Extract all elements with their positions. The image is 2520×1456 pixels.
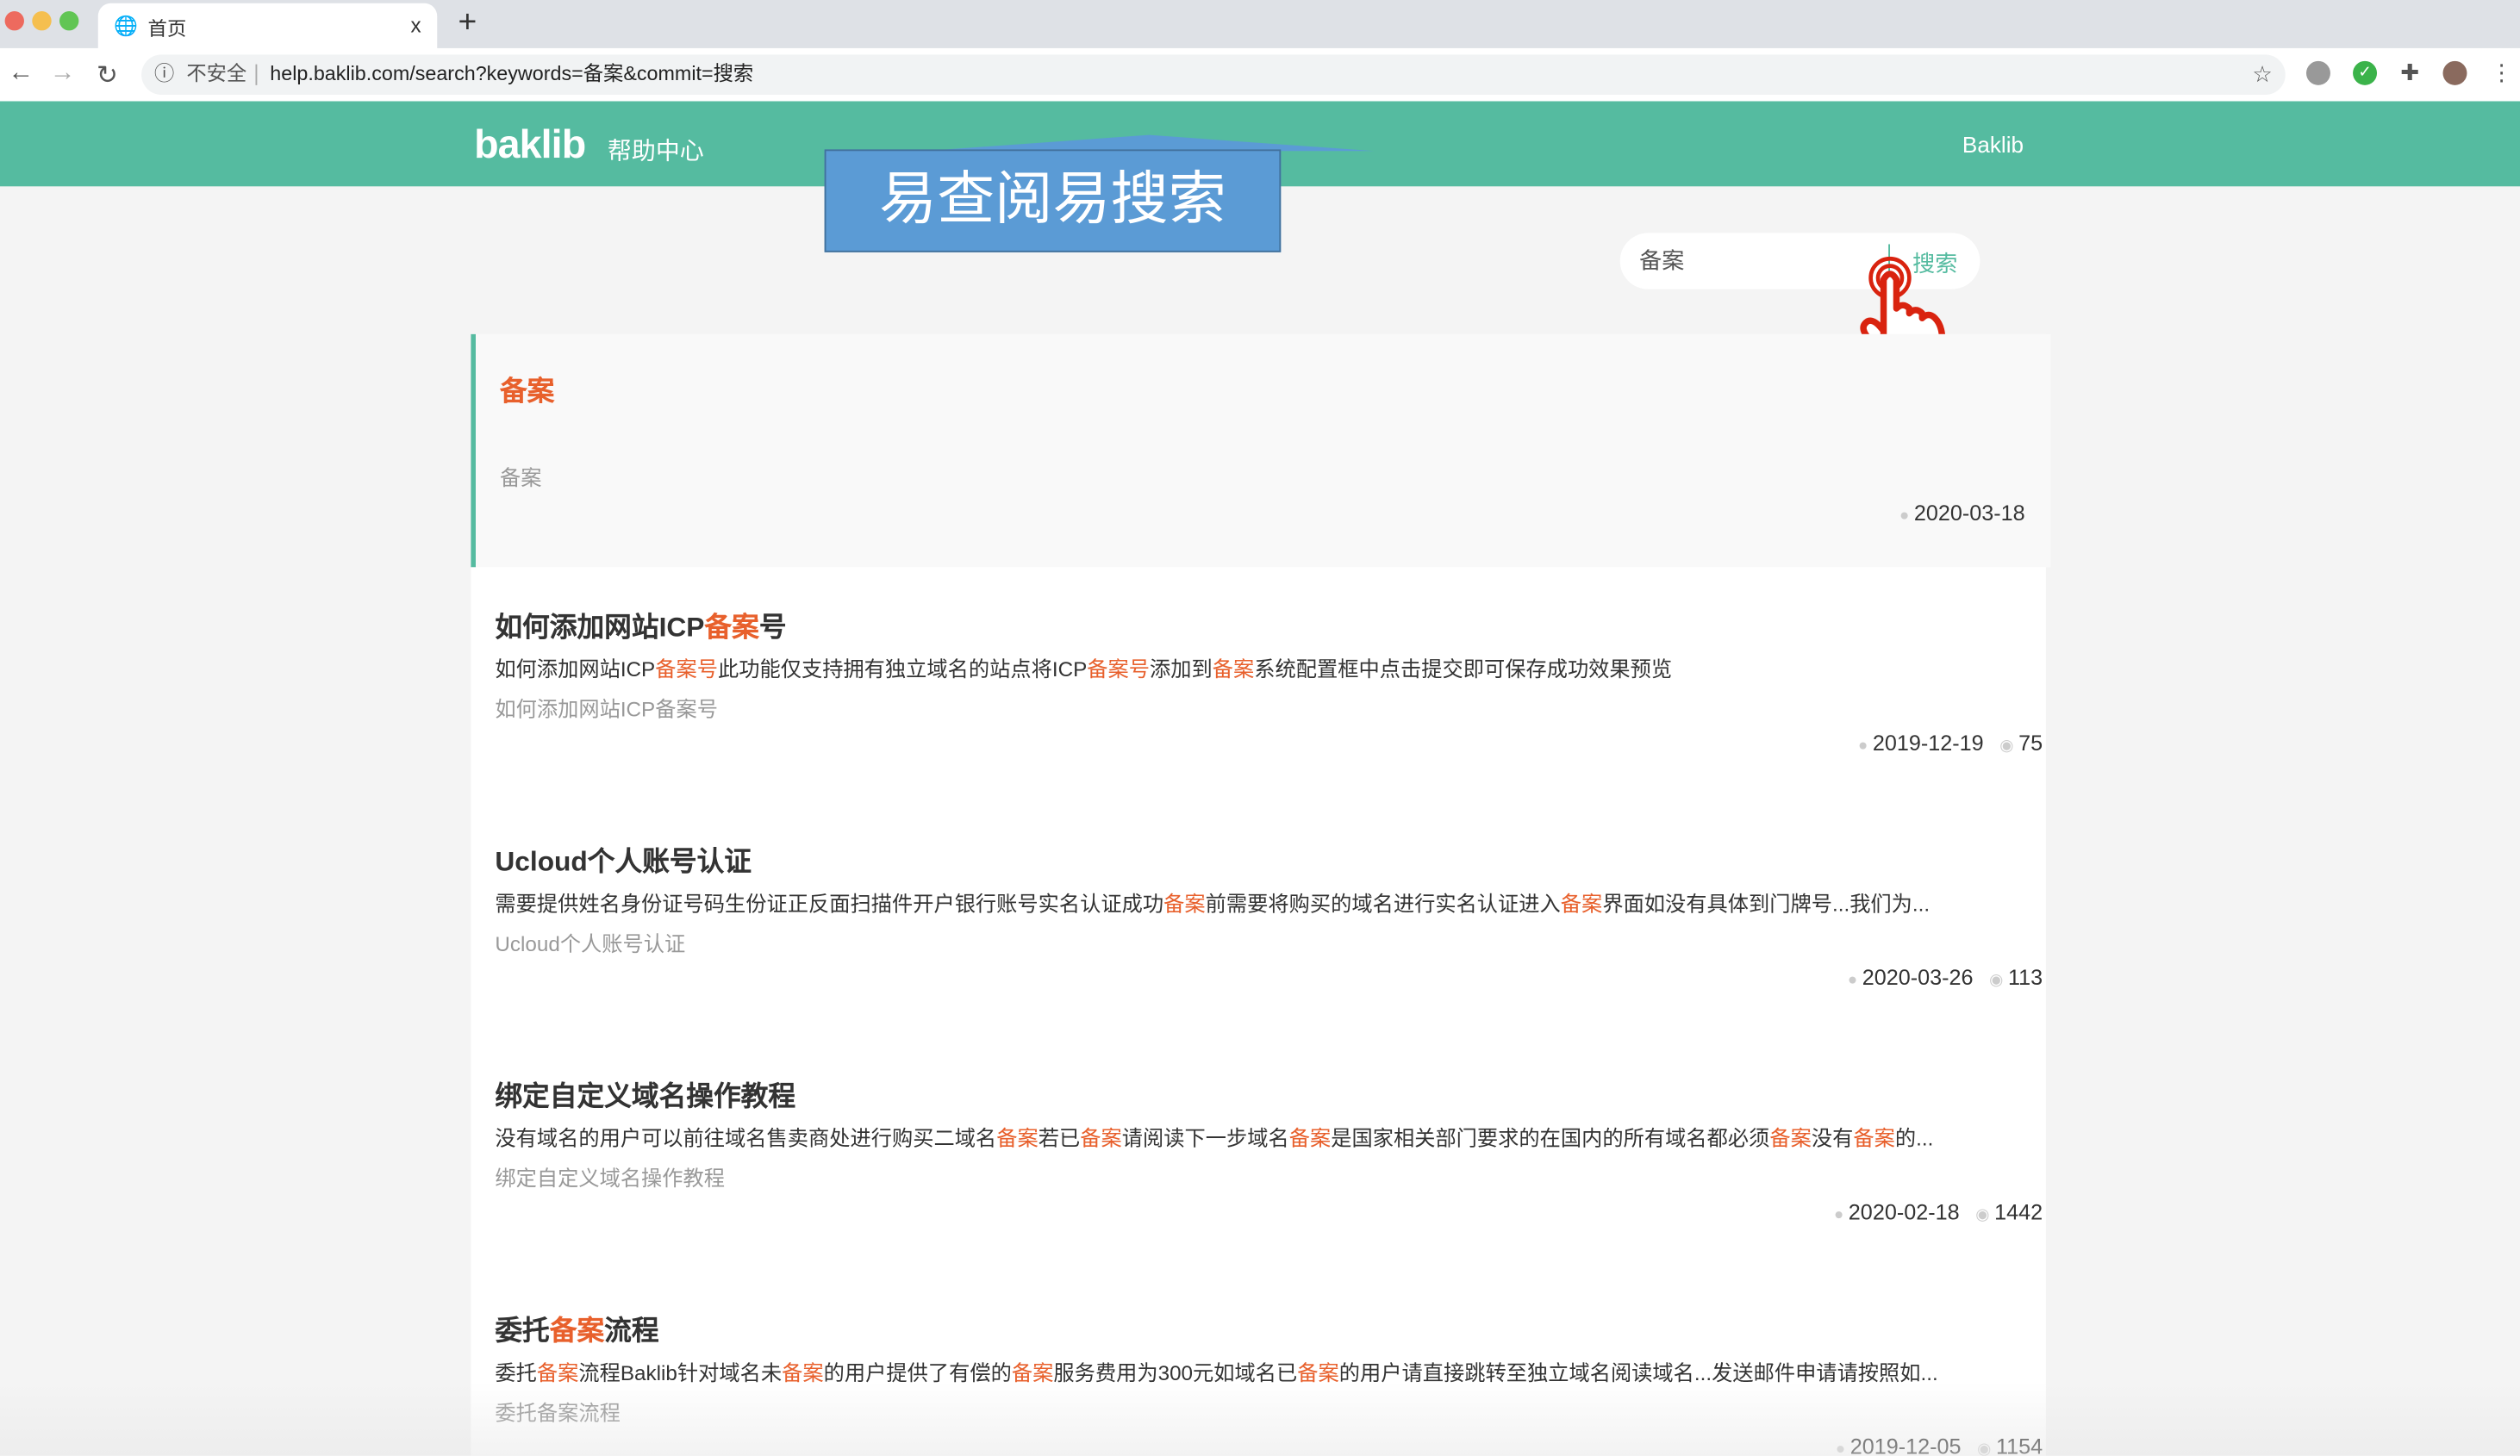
keyword-highlight: 备案: [1769, 1126, 1812, 1151]
address-bar-row: ← → ↻ ⓘ 不安全 help.baklib.com/search?keywo…: [0, 47, 2520, 103]
minimize-window-button[interactable]: [32, 11, 52, 31]
search-input[interactable]: [1636, 246, 1884, 275]
keyword-highlight: 备案号: [1087, 656, 1151, 681]
result-subtitle: Ucloud个人账号认证: [495, 931, 686, 956]
keyword-highlight: 备案: [704, 612, 759, 643]
tab-bar: 🌐 首页 x +: [0, 0, 2520, 48]
text-segment: Ucloud个人账号认证: [495, 846, 752, 878]
text-segment: 界面如没有具体到门牌号...我们为...: [1602, 891, 1931, 916]
result-subtitle: 如何添加网站ICP备案号: [495, 697, 718, 722]
text-segment: 系统配置框中点击提交即可保存成功效果预览: [1254, 656, 1673, 681]
result-date: 2020-03-18: [1913, 501, 2025, 526]
search-results-list: 备案 备案 ● 2020-03-18 如何添加网站ICP备案号 如何添加网站ICP备案号此…: [471, 333, 2051, 1456]
keyword-highlight: 备案号: [655, 656, 718, 681]
text-segment: 前需要将购买的域名进行实名认证进入: [1205, 891, 1561, 916]
result-title[interactable]: 如何添加网站ICP备案号: [495, 604, 786, 644]
result-views: 75: [2018, 731, 2043, 756]
extension-check-icon[interactable]: ✓: [2353, 60, 2378, 85]
result-item[interactable]: 备案 备案 ● 2020-03-18: [471, 333, 2051, 568]
browser-tab[interactable]: 🌐 首页 x: [97, 3, 438, 48]
overlay-banner: 易查阅易搜索: [824, 149, 1282, 252]
result-subtitle: 绑定自定义域名操作教程: [495, 1166, 726, 1191]
text-segment: 添加到: [1150, 656, 1213, 681]
text-segment: 请阅读下一步域名: [1121, 1126, 1289, 1151]
text-segment: 是国家相关部门要求的在国内的所有域名都必须: [1331, 1126, 1770, 1151]
keyword-highlight: 备案: [1853, 1126, 1895, 1151]
keyword-highlight: 备案: [499, 376, 555, 407]
result-snippet: 没有域名的用户可以前往域名售卖商处进行购买二域名备案若已备案请阅读下一步域名备案…: [495, 1122, 1933, 1152]
result-title[interactable]: 备案: [500, 368, 554, 408]
eye-icon: ◉: [1975, 1206, 1990, 1224]
result-subtitle: 备案: [499, 465, 542, 490]
text-segment: 如何添加网站ICP: [495, 612, 705, 643]
result-snippet: 需要提供姓名身份证号码生份证正反面扫描件开户银行账号实名认证成功备案前需要将购买…: [495, 887, 1930, 917]
extension-globe-icon[interactable]: [2305, 60, 2330, 85]
keyword-highlight: 备案: [1560, 891, 1603, 916]
star-icon[interactable]: ☆: [2252, 54, 2272, 95]
result-views: 113: [2008, 965, 2043, 990]
text-segment: 若已: [1038, 1126, 1081, 1151]
text-segment: 流程: [604, 1316, 659, 1347]
text-segment: 需要提供姓名身份证号码生份证正反面扫描件开户银行账号实名认证成功: [495, 891, 1164, 916]
result-title[interactable]: Ucloud个人账号认证: [495, 838, 752, 879]
profile-avatar[interactable]: [2442, 60, 2467, 85]
result-snippet: 如何添加网站ICP备案号此功能仅支持拥有独立域名的站点将ICP备案号添加到备案系…: [495, 652, 1672, 682]
eye-icon: ◉: [1989, 972, 2004, 990]
info-icon[interactable]: ⓘ: [154, 54, 174, 95]
keyword-highlight: 备案: [1212, 656, 1255, 681]
menu-icon[interactable]: ⋮: [2490, 60, 2514, 85]
clock-icon: ●: [1847, 972, 1858, 990]
text-segment: 此功能仅支持拥有独立域名的站点将ICP: [717, 656, 1088, 681]
result-date: 2019-12-19: [1872, 731, 1984, 756]
logo[interactable]: baklib: [474, 122, 586, 169]
text-segment: 绑定自定义域名操作教程: [495, 1081, 796, 1112]
bottom-shadow: [0, 1381, 2520, 1456]
result-date: 2020-03-26: [1862, 965, 1974, 990]
clock-icon: ●: [1833, 1206, 1844, 1224]
result-title[interactable]: 委托备案流程: [495, 1308, 658, 1348]
text-segment: 委托: [495, 1316, 550, 1347]
clock-icon: ●: [1899, 507, 1910, 526]
result-meta: ● 2020-03-26 ◉ 113: [1831, 966, 2043, 990]
result-meta: ● 2019-12-19 ◉ 75: [1842, 731, 2043, 755]
text-segment: 如何添加网站ICP: [495, 656, 656, 681]
globe-icon: 🌐: [114, 14, 139, 37]
reload-icon[interactable]: ↻: [97, 59, 118, 91]
eye-icon: ◉: [1999, 737, 2014, 756]
text-segment: 号: [758, 612, 787, 643]
text-segment: 的...: [1894, 1126, 1934, 1151]
back-arrow-icon[interactable]: ←: [8, 59, 34, 89]
result-meta: ● 2020-03-18: [1883, 501, 2025, 526]
maximize-window-button[interactable]: [59, 11, 79, 31]
security-label: 不安全: [186, 62, 247, 85]
keyword-highlight: 备案: [1163, 891, 1206, 916]
tab-title: 首页: [147, 17, 187, 40]
logo-subtitle: 帮助中心: [607, 138, 704, 166]
text-segment: 没有: [1811, 1126, 1854, 1151]
new-tab-button[interactable]: +: [458, 5, 477, 42]
keyword-highlight: 备案: [1080, 1126, 1122, 1151]
tab-close-icon[interactable]: x: [410, 13, 421, 37]
forward-arrow-icon[interactable]: →: [50, 59, 76, 89]
keyword-highlight: 备案: [1288, 1126, 1332, 1151]
keyword-highlight: 备案: [996, 1126, 1039, 1151]
browser-window: 🌐 首页 x + ← → ↻ ⓘ 不安全 help.baklib.com/sea…: [0, 0, 2520, 1456]
result-date: 2020-02-18: [1848, 1200, 1960, 1224]
divider: [255, 64, 258, 85]
result-title[interactable]: 绑定自定义域名操作教程: [495, 1073, 795, 1114]
nav-link-baklib[interactable]: Baklib: [1962, 132, 2024, 158]
close-window-button[interactable]: [4, 11, 24, 31]
result-views: 1442: [1994, 1200, 2043, 1224]
url-field[interactable]: ⓘ 不安全 help.baklib.com/search?keywords=备案…: [141, 54, 2286, 96]
url-text[interactable]: help.baklib.com/search?keywords=备案&commi…: [270, 54, 753, 95]
keyword-highlight: 备案: [549, 1316, 605, 1347]
clock-icon: ●: [1857, 737, 1868, 756]
result-meta: ● 2020-02-18 ◉ 1442: [1818, 1200, 2043, 1224]
extensions-puzzle-icon[interactable]: ✚: [2398, 60, 2422, 85]
text-segment: 没有域名的用户可以前往域名售卖商处进行购买二域名: [495, 1126, 997, 1151]
